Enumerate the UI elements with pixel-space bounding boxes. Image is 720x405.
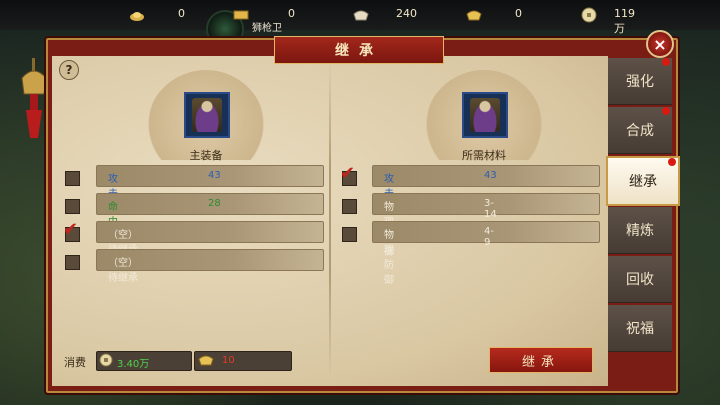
main-equipment-slot[interactable]: [184, 92, 230, 138]
right-row-2-value: 3-14: [484, 198, 497, 220]
panel-divider: [329, 62, 331, 378]
inherit-button[interactable]: 继承: [489, 347, 593, 373]
tab-refine[interactable]: 精炼: [608, 207, 672, 254]
main-equipment-label: 主装备: [189, 149, 223, 162]
gold-bar-icon: [233, 10, 249, 20]
right-row-3-checkbox[interactable]: [342, 227, 357, 242]
notification-dot-icon: [668, 158, 676, 166]
left-row-1-value: 43: [208, 170, 221, 181]
tab-recycle[interactable]: 回收: [608, 256, 672, 303]
tab-strengthen[interactable]: 强化: [608, 58, 672, 105]
silver-ingot-icon: [353, 10, 369, 21]
cost-ingot-value: 10: [222, 355, 235, 366]
help-button[interactable]: ?: [59, 60, 79, 80]
gold-ingot-icon: [198, 355, 214, 366]
right-row-2-checkbox[interactable]: [342, 199, 357, 214]
panel-title: 继承: [274, 36, 444, 64]
resource-silver-ingot: 240: [352, 6, 417, 24]
tab-synthesize[interactable]: 合成: [608, 107, 672, 154]
notification-dot-icon: [662, 107, 670, 115]
resource-gold-bar: 0: [232, 6, 295, 24]
left-row-4-name: （空）待继承: [108, 258, 138, 284]
notification-dot-icon: [662, 58, 670, 66]
material-portrait-icon: [470, 98, 500, 132]
right-row-3-name: 物理防御: [384, 230, 394, 286]
material-slot[interactable]: [462, 92, 508, 138]
tab-bless[interactable]: 祝福: [608, 305, 672, 352]
left-row-4-checkbox[interactable]: [65, 255, 80, 270]
material-label: 所需材料: [462, 149, 506, 162]
coin-icon: [581, 7, 597, 23]
checkmark-icon: ✔: [340, 163, 356, 184]
cost-label: 消费: [64, 356, 86, 369]
left-row-2-value: 28: [208, 198, 221, 209]
tab-inherit[interactable]: 继承: [606, 156, 680, 206]
coin-icon: [99, 353, 113, 367]
right-row-1-value: 43: [484, 170, 497, 181]
close-button[interactable]: ×: [646, 30, 674, 58]
resource-coin: 119万: [580, 6, 635, 35]
left-row-1-checkbox[interactable]: [65, 171, 80, 186]
gold-ingot-icon: [466, 10, 482, 21]
right-row-3-value: 4-9: [484, 226, 494, 248]
player-name: 狮枪卫: [252, 23, 282, 34]
checkmark-icon: ✔: [63, 219, 79, 240]
gold-ingot-icon: [130, 12, 144, 21]
resource-gold-ingot: 0: [128, 6, 185, 24]
resource-gold-ingot-2: 0: [465, 6, 522, 24]
equipment-portrait-icon: [192, 98, 222, 132]
left-row-2-checkbox[interactable]: [65, 199, 80, 214]
cost-coin-value: 3.40万: [117, 359, 150, 370]
